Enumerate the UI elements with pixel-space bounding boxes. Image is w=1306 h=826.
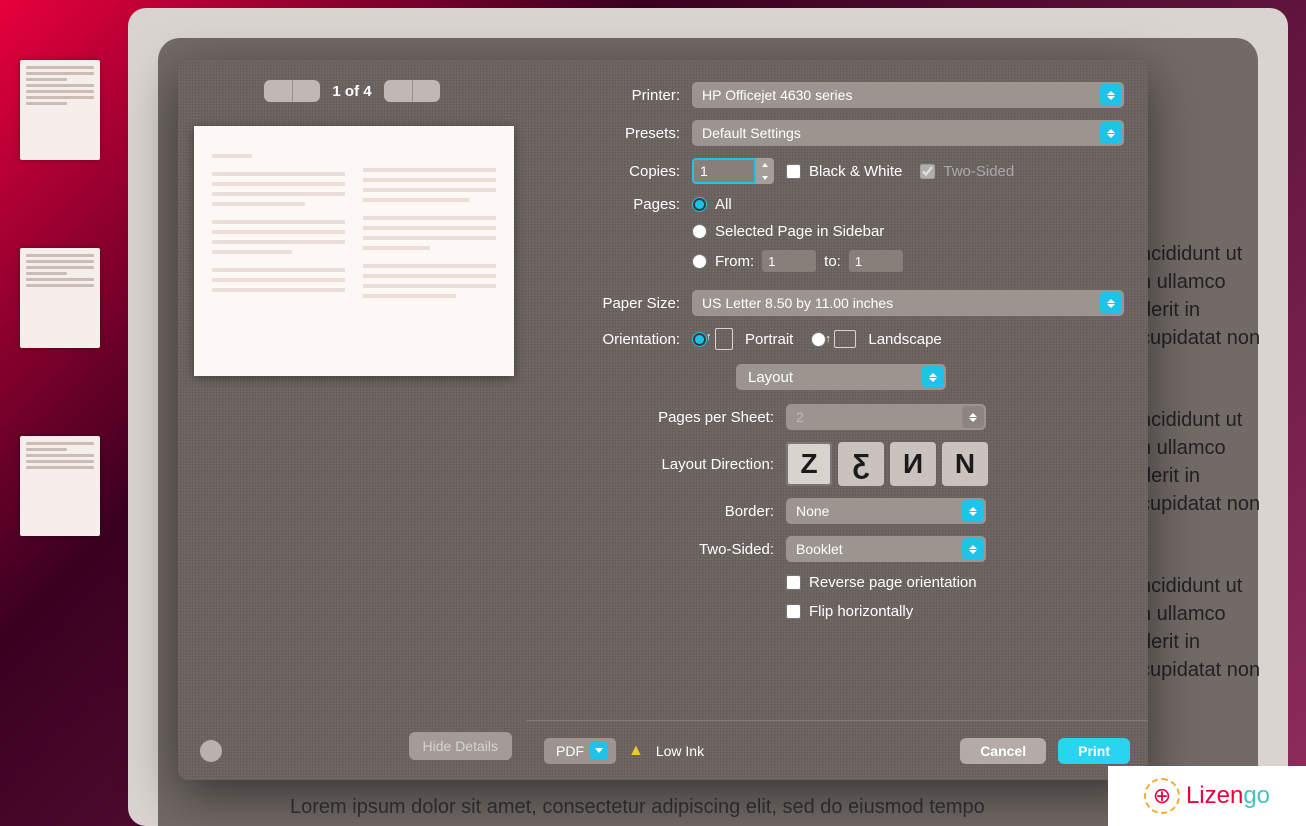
next-page-button[interactable] <box>384 80 412 102</box>
page-preview <box>194 126 514 376</box>
pages-to-label: to: <box>824 253 841 270</box>
layout-direction-label: Layout Direction: <box>536 456 786 473</box>
chevron-down-icon <box>590 742 608 760</box>
landscape-icon <box>834 330 856 348</box>
chevron-updown-icon <box>962 406 984 428</box>
pages-from-label: From: <box>715 253 754 270</box>
print-button[interactable]: Print <box>1058 738 1130 764</box>
orientation-portrait-radio[interactable] <box>692 332 707 347</box>
section-select[interactable]: Layout <box>736 364 946 390</box>
pages-selected-label: Selected Page in Sidebar <box>715 223 884 240</box>
printer-label: Printer: <box>536 87 692 104</box>
page-thumbnail[interactable] <box>20 248 100 348</box>
portrait-icon <box>715 328 733 350</box>
page-thumbnail[interactable] <box>20 60 100 160</box>
pages-label: Pages: <box>536 196 692 213</box>
two-sided-label: Two-Sided <box>943 163 1014 180</box>
pages-per-sheet-select[interactable]: 2 <box>786 404 986 430</box>
page-thumbnail-sidebar <box>0 40 120 820</box>
page-indicator: 1 of 4 <box>332 83 371 100</box>
chevron-updown-icon <box>1100 292 1122 314</box>
orientation-landscape-radio[interactable] <box>811 332 826 347</box>
printer-select[interactable]: HP Officejet 4630 series <box>692 82 1124 108</box>
black-white-checkbox[interactable] <box>786 164 801 179</box>
two-sided-checkbox <box>920 164 935 179</box>
flip-horizontally-checkbox[interactable] <box>786 604 801 619</box>
background-document-text: ncididunt utn ullamcoderit incupidatat n… <box>1140 240 1306 738</box>
presets-select[interactable]: Default Settings <box>692 120 1124 146</box>
two-sided-select-label: Two-Sided: <box>536 541 786 558</box>
black-white-label: Black & White <box>809 163 902 180</box>
pages-to-input[interactable] <box>849 250 903 272</box>
chevron-updown-icon <box>922 366 944 388</box>
presets-label: Presets: <box>536 125 692 142</box>
border-select[interactable]: None <box>786 498 986 524</box>
chevron-updown-icon <box>1100 122 1122 144</box>
globe-icon: ⊕ <box>1144 778 1180 814</box>
pages-all-label: All <box>715 196 732 213</box>
chevron-updown-icon <box>962 538 984 560</box>
low-ink-label: Low Ink <box>656 743 704 759</box>
layout-dir-zr-icon[interactable]: Ƹ <box>838 442 884 486</box>
pages-per-sheet-label: Pages per Sheet: <box>536 409 786 426</box>
preview-pane: 1 of 4 Hide Details <box>178 60 526 780</box>
warning-icon: ▲ <box>628 742 644 760</box>
background-lorem-text: Lorem ipsum dolor sit amet, consectetur … <box>290 796 1190 819</box>
dialog-footer: PDF ▲ Low Ink Cancel Print <box>526 720 1148 780</box>
flip-horizontally-label: Flip horizontally <box>809 603 913 620</box>
options-pane: Printer: HP Officejet 4630 series Preset… <box>526 60 1148 780</box>
chevron-updown-icon <box>962 500 984 522</box>
layout-dir-nr-icon[interactable]: N <box>942 442 988 486</box>
paper-size-label: Paper Size: <box>536 295 692 312</box>
copies-input[interactable] <box>692 158 756 184</box>
prev-page-button[interactable] <box>292 80 320 102</box>
copies-label: Copies: <box>536 163 692 180</box>
pages-all-radio[interactable] <box>692 197 707 212</box>
prev-page-segment[interactable] <box>264 80 320 102</box>
paper-size-select[interactable]: US Letter 8.50 by 11.00 inches <box>692 290 1124 316</box>
page-thumbnail[interactable] <box>20 436 100 536</box>
watermark-logo: ⊕ Lizengo <box>1108 766 1306 826</box>
layout-direction-group: Z Ƹ И N <box>786 442 988 486</box>
pages-selected-radio[interactable] <box>692 224 707 239</box>
chevron-updown-icon <box>1100 84 1122 106</box>
pdf-dropdown-button[interactable]: PDF <box>544 738 616 764</box>
layout-dir-n-icon[interactable]: И <box>890 442 936 486</box>
cancel-button[interactable]: Cancel <box>960 738 1046 764</box>
first-page-button[interactable] <box>264 80 292 102</box>
pages-from-input[interactable] <box>762 250 816 272</box>
next-page-segment[interactable] <box>384 80 440 102</box>
layout-dir-z-icon[interactable]: Z <box>786 442 832 486</box>
reverse-orientation-label: Reverse page orientation <box>809 574 977 591</box>
two-sided-select[interactable]: Booklet <box>786 536 986 562</box>
orientation-portrait-label: Portrait <box>745 331 793 348</box>
orientation-landscape-label: Landscape <box>868 331 941 348</box>
reverse-orientation-checkbox[interactable] <box>786 575 801 590</box>
border-label: Border: <box>536 503 786 520</box>
orientation-label: Orientation: <box>536 331 692 348</box>
last-page-button[interactable] <box>412 80 440 102</box>
copies-stepper[interactable] <box>756 158 774 184</box>
pages-from-radio[interactable] <box>692 254 707 269</box>
info-icon[interactable] <box>200 740 222 762</box>
print-dialog: 1 of 4 Hide Details Printer: HP Officeje… <box>178 60 1148 780</box>
hide-details-button[interactable]: Hide Details <box>409 732 512 760</box>
